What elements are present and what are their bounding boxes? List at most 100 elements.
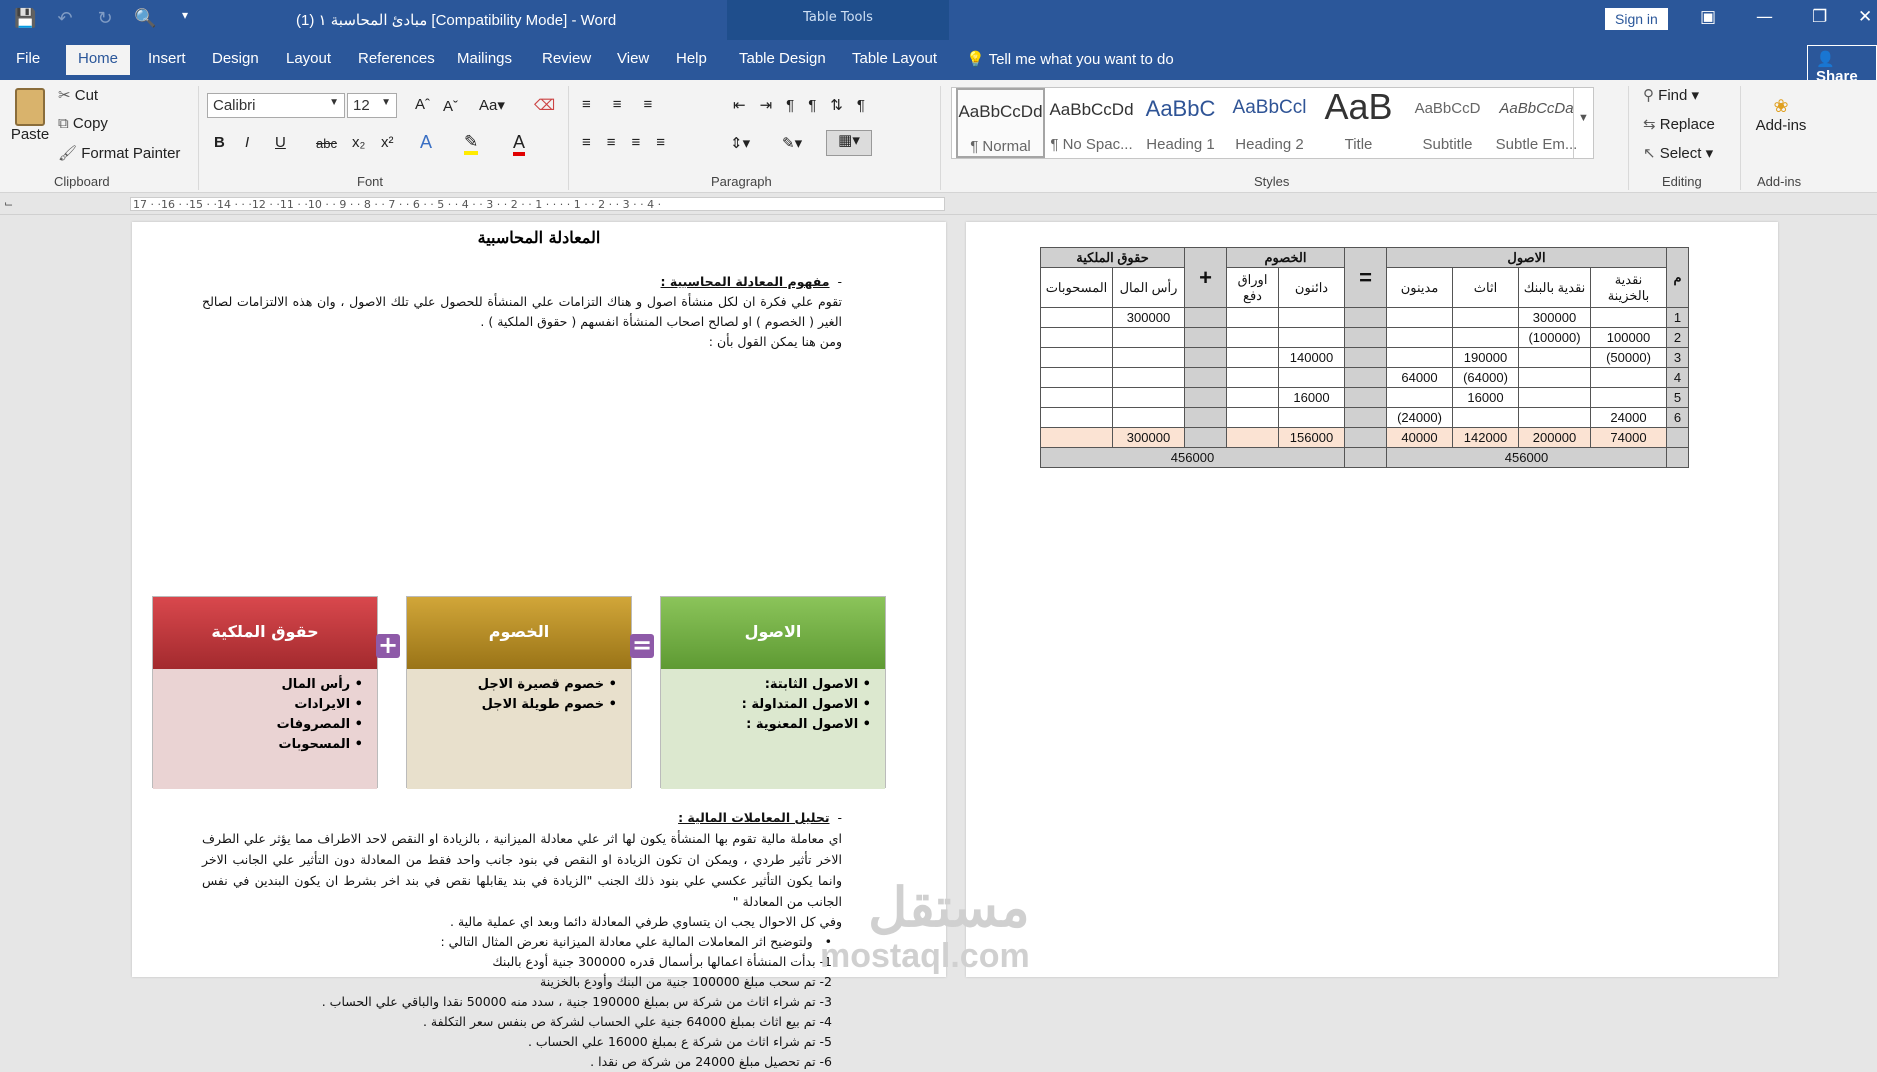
table-cell[interactable] [1518, 387, 1591, 408]
equation-table[interactable]: م الاصول = الخصوم + حقوق الملكية نقدية ب… [1040, 247, 1689, 468]
underline-button[interactable]: U [275, 134, 286, 151]
italic-button[interactable]: I [245, 134, 249, 151]
tab-help[interactable]: Help [676, 50, 707, 67]
table-cell[interactable]: 300000 [1518, 307, 1591, 328]
table-cell[interactable] [1518, 347, 1591, 368]
table-cell[interactable] [1226, 387, 1279, 408]
table-cell[interactable] [1386, 307, 1453, 328]
tab-file[interactable]: File [16, 50, 40, 67]
table-cell[interactable] [1518, 407, 1591, 428]
table-cell[interactable] [1278, 367, 1345, 388]
table-cell[interactable]: 40000 [1386, 427, 1453, 448]
horizontal-ruler[interactable]: ⌙ 17 · ·16 · ·15 · ·14 · · ·12 · ·11 · ·… [0, 193, 1877, 215]
table-cell[interactable]: 16000 [1452, 387, 1519, 408]
table-cell[interactable] [1226, 327, 1279, 348]
table-cell[interactable] [1278, 307, 1345, 328]
table-cell[interactable]: 300000 [1112, 307, 1185, 328]
tab-table-design[interactable]: Table Design [739, 50, 826, 67]
style-heading-1[interactable]: AaBbC Heading 1 [1136, 88, 1225, 158]
tab-home[interactable]: Home [66, 45, 131, 75]
table-cell[interactable] [1040, 347, 1113, 368]
borders-button[interactable]: ▦▾ [826, 130, 872, 156]
bold-button[interactable]: B [214, 134, 225, 151]
format-painter-button[interactable]: 🖌 Format Painter [58, 144, 180, 162]
table-cell[interactable]: 74000 [1590, 427, 1667, 448]
table-cell[interactable] [1040, 387, 1113, 408]
indent-buttons[interactable]: ⇤⇥¶¶⇅¶ [733, 96, 879, 114]
table-cell[interactable] [1226, 367, 1279, 388]
cut-button[interactable]: ✂ Cut [58, 86, 98, 104]
shrink-font-icon[interactable]: Aˇ [443, 98, 458, 115]
table-cell[interactable] [1226, 407, 1279, 428]
tell-me-search[interactable]: 💡 Tell me what you want to do [966, 50, 1174, 68]
style-title[interactable]: AaB Title [1314, 86, 1403, 158]
table-cell[interactable] [1040, 367, 1113, 388]
table-cell[interactable]: 142000 [1452, 427, 1519, 448]
font-color-icon[interactable]: A [513, 132, 526, 156]
table-cell[interactable] [1452, 307, 1519, 328]
find-button[interactable]: ⚲ Find ▾ [1643, 86, 1699, 104]
style-subtitle[interactable]: AaBbCcD Subtitle [1403, 88, 1492, 158]
tab-mailings[interactable]: Mailings [457, 50, 512, 67]
tab-references[interactable]: References [358, 50, 435, 67]
table-cell[interactable] [1040, 427, 1113, 448]
tab-table-layout[interactable]: Table Layout [852, 50, 937, 67]
close-icon[interactable]: ✕ [1858, 7, 1872, 27]
subscript-button[interactable]: x₂ [352, 134, 365, 151]
table-cell[interactable]: (24000) [1386, 407, 1453, 428]
table-cell[interactable] [1112, 347, 1185, 368]
text-effects-icon[interactable]: A [420, 132, 432, 153]
table-cell[interactable]: (50000) [1590, 347, 1667, 368]
tab-review[interactable]: Review [542, 50, 591, 67]
strikethrough-button[interactable]: abc [316, 136, 337, 151]
tab-selector-icon[interactable]: ⌙ [4, 197, 13, 210]
minimize-icon[interactable]: — [1756, 7, 1773, 27]
table-cell[interactable] [1386, 327, 1453, 348]
line-spacing-icon[interactable]: ⇕▾ [730, 134, 750, 152]
table-cell[interactable] [1112, 367, 1185, 388]
style-no-spacing[interactable]: AaBbCcDd ¶ No Spac... [1047, 88, 1136, 158]
align-buttons[interactable]: ≡≡≡≡ [582, 134, 681, 151]
table-cell[interactable] [1226, 427, 1279, 448]
table-cell[interactable] [1452, 327, 1519, 348]
document-page-left[interactable]: المعادلة المحاسبية - مفهوم المعادلة المح… [132, 222, 946, 1069]
table-cell[interactable] [1040, 327, 1113, 348]
table-cell[interactable]: 64000 [1386, 367, 1453, 388]
save-icon[interactable]: 💾 [14, 8, 36, 29]
clear-format-icon[interactable]: ⌫ [534, 96, 555, 114]
grand-total-assets[interactable]: 456000 [1386, 447, 1667, 468]
table-cell[interactable] [1590, 387, 1667, 408]
style-heading-2[interactable]: AaBbCcl Heading 2 [1225, 88, 1314, 158]
table-cell[interactable]: (64000) [1452, 367, 1519, 388]
print-preview-icon[interactable]: 🔍 [134, 8, 156, 29]
style-subtle-emphasis[interactable]: AaBbCcDa Subtle Em... [1492, 88, 1581, 158]
paste-button[interactable]: Paste [10, 88, 50, 143]
tab-insert[interactable]: Insert [148, 50, 186, 67]
superscript-button[interactable]: x² [381, 134, 394, 151]
table-cell[interactable]: 140000 [1278, 347, 1345, 368]
grow-font-icon[interactable]: Aˆ [415, 96, 430, 113]
table-cell[interactable] [1386, 387, 1453, 408]
table-cell[interactable] [1386, 347, 1453, 368]
change-case-button[interactable]: Aa▾ [479, 96, 505, 114]
replace-button[interactable]: ⇆ Replace [1643, 115, 1715, 133]
table-cell[interactable] [1278, 407, 1345, 428]
table-cell[interactable]: (100000) [1518, 327, 1591, 348]
sign-in-button[interactable]: Sign in [1605, 8, 1668, 30]
ribbon-display-icon[interactable]: ▣ [1700, 7, 1716, 27]
table-cell[interactable] [1278, 327, 1345, 348]
grand-total-liabilities-equity[interactable]: 456000 [1040, 447, 1345, 468]
highlight-icon[interactable]: ✎ [464, 132, 479, 155]
redo-icon[interactable]: ↻ [94, 8, 116, 29]
select-button[interactable]: ↖ Select ▾ [1643, 144, 1713, 162]
tab-layout[interactable]: Layout [286, 50, 331, 67]
table-cell[interactable]: 156000 [1278, 427, 1345, 448]
table-cell[interactable] [1226, 307, 1279, 328]
table-cell[interactable] [1112, 327, 1185, 348]
undo-icon[interactable]: ↶ [54, 8, 76, 29]
table-cell[interactable]: 16000 [1278, 387, 1345, 408]
shading-icon[interactable]: ✎▾ [782, 134, 802, 152]
table-cell[interactable]: 200000 [1518, 427, 1591, 448]
table-cell[interactable] [1452, 407, 1519, 428]
add-ins-button[interactable]: ❀ Add-ins [1754, 96, 1808, 134]
